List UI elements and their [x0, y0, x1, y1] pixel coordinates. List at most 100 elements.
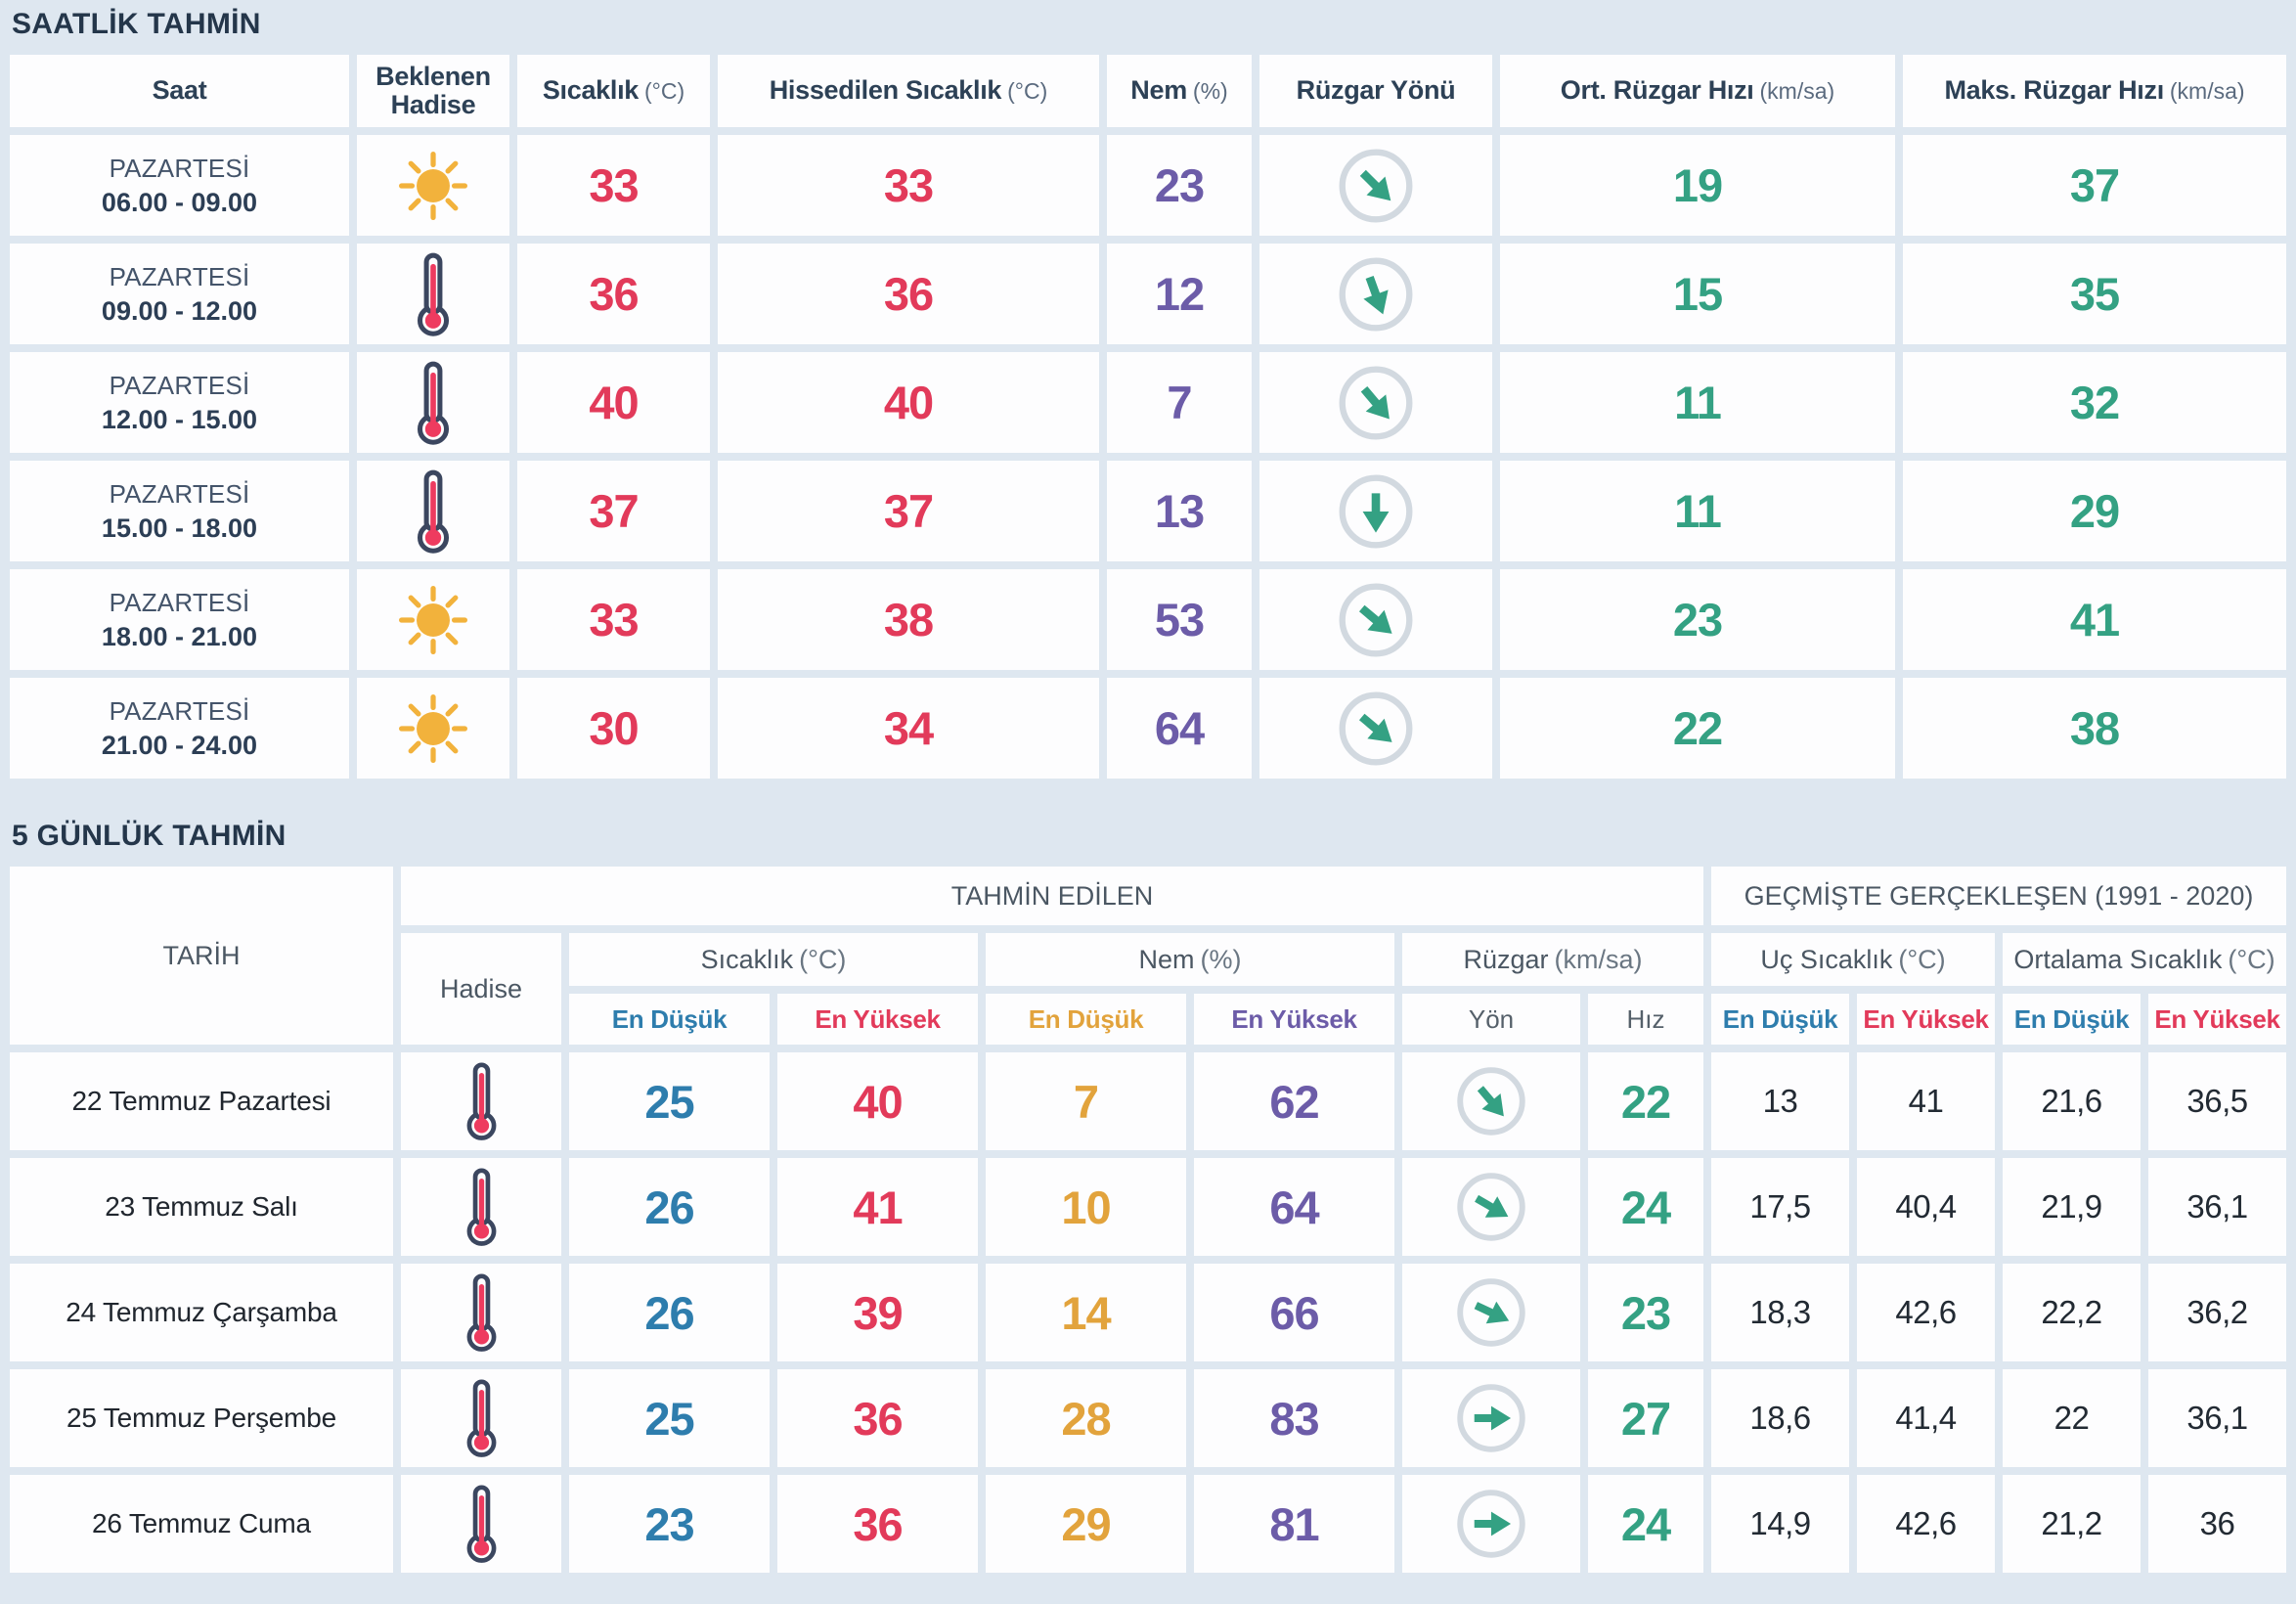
max-wind-value: 29 [1903, 461, 2286, 561]
condition-cell [357, 461, 509, 561]
column-header-condition: Beklenen Hadise [357, 55, 509, 127]
thermometer-icon [412, 360, 455, 446]
humidity-max-value: 81 [1194, 1475, 1394, 1573]
thermometer-icon [412, 251, 455, 337]
sun-icon [397, 692, 469, 765]
group-header-humidity: Nem (%) [986, 933, 1394, 986]
wind-direction-cell [1259, 135, 1492, 236]
group-header-average-temp: Ortalama Sıcaklık (°C) [2003, 933, 2286, 986]
wind-direction-cell [1402, 1475, 1580, 1573]
subheader-wind-direction: Yön [1402, 994, 1580, 1045]
wind-direction-cell [1259, 461, 1492, 561]
column-header-wind-direction: Rüzgar Yönü [1259, 55, 1492, 127]
wind-speed-value: 24 [1588, 1158, 1703, 1256]
wind-direction-icon [1457, 1490, 1525, 1558]
thermometer-icon [462, 1272, 502, 1353]
max-wind-value: 37 [1903, 135, 2286, 236]
average-max-value: 36 [2148, 1475, 2286, 1573]
temp-max-value: 36 [777, 1369, 978, 1467]
humidity-min-value: 14 [986, 1264, 1186, 1361]
column-header-avg-wind: Ort. Rüzgar Hızı (km/sa) [1500, 55, 1895, 127]
thermometer-icon [412, 468, 455, 555]
humidity-value: 23 [1107, 135, 1252, 236]
group-header-temp: Sıcaklık (°C) [569, 933, 978, 986]
wind-direction-cell [1402, 1052, 1580, 1150]
hourly-table: Saat Beklenen Hadise Sıcaklık (°C) Hissed… [10, 55, 2286, 779]
wind-direction-icon [1339, 366, 1413, 439]
average-max-value: 36,2 [2148, 1264, 2286, 1361]
hourly-row-time: PAZARTESİ 06.00 - 09.00 [10, 135, 349, 236]
wind-direction-icon [1457, 1278, 1525, 1347]
humidity-value: 12 [1107, 244, 1252, 344]
average-max-value: 36,5 [2148, 1052, 2286, 1150]
average-min-value: 21,2 [2003, 1475, 2141, 1573]
condition-cell [401, 1475, 561, 1573]
column-header-humidity: Nem (%) [1107, 55, 1252, 127]
subheader-extreme-min: En Düşük [1711, 994, 1849, 1045]
feels-like-value: 34 [718, 678, 1099, 779]
thermometer-icon [462, 1167, 502, 1247]
avg-wind-value: 11 [1500, 461, 1895, 561]
temp-min-value: 23 [569, 1475, 770, 1573]
wind-direction-icon [1339, 691, 1413, 765]
column-header-max-wind: Maks. Rüzgar Hızı (km/sa) [1903, 55, 2286, 127]
daily-row-date: 24 Temmuz Çarşamba [10, 1264, 393, 1361]
average-min-value: 21,6 [2003, 1052, 2141, 1150]
avg-wind-value: 23 [1500, 569, 1895, 670]
wind-direction-icon [1339, 583, 1413, 656]
wind-direction-icon [1339, 257, 1413, 331]
hourly-row-time: PAZARTESİ 15.00 - 18.00 [10, 461, 349, 561]
column-header-feels: Hissedilen Sıcaklık (°C) [718, 55, 1099, 127]
subheader-average-max: En Yüksek [2148, 994, 2286, 1045]
wind-direction-cell [1259, 352, 1492, 453]
daily-row-date: 25 Temmuz Perşembe [10, 1369, 393, 1467]
subheader-temp-min: En Düşük [569, 994, 770, 1045]
feels-like-value: 33 [718, 135, 1099, 236]
temperature-value: 40 [517, 352, 710, 453]
feels-like-value: 37 [718, 461, 1099, 561]
condition-cell [401, 1158, 561, 1256]
extreme-min-value: 18,6 [1711, 1369, 1849, 1467]
wind-direction-cell [1402, 1369, 1580, 1467]
subheader-wind-speed: Hız [1588, 994, 1703, 1045]
wind-direction-icon [1457, 1067, 1525, 1136]
group-header-historical: GEÇMİŞTE GERÇEKLEŞEN (1991 - 2020) [1711, 867, 2286, 925]
thermometer-icon [462, 1378, 502, 1458]
extreme-min-value: 13 [1711, 1052, 1849, 1150]
daily-section-title: 5 GÜNLÜK TAHMİN [12, 820, 287, 852]
daily-row-date: 22 Temmuz Pazartesi [10, 1052, 393, 1150]
extreme-max-value: 41,4 [1857, 1369, 1995, 1467]
wind-direction-icon [1339, 149, 1413, 222]
average-min-value: 22,2 [2003, 1264, 2141, 1361]
avg-wind-value: 11 [1500, 352, 1895, 453]
humidity-min-value: 7 [986, 1052, 1186, 1150]
hourly-row-time: PAZARTESİ 18.00 - 21.00 [10, 569, 349, 670]
humidity-value: 7 [1107, 352, 1252, 453]
wind-direction-cell [1259, 569, 1492, 670]
wind-direction-cell [1259, 678, 1492, 779]
sun-icon [397, 150, 469, 222]
thermometer-icon [462, 1484, 502, 1564]
avg-wind-value: 15 [1500, 244, 1895, 344]
subheader-humidity-max: En Yüksek [1194, 994, 1394, 1045]
hourly-section-title: SAATLİK TAHMİN [12, 8, 261, 40]
condition-cell [401, 1052, 561, 1150]
temp-max-value: 40 [777, 1052, 978, 1150]
hourly-row-time: PAZARTESİ 09.00 - 12.00 [10, 244, 349, 344]
feels-like-value: 40 [718, 352, 1099, 453]
humidity-min-value: 10 [986, 1158, 1186, 1256]
temperature-value: 30 [517, 678, 710, 779]
sun-icon [397, 584, 469, 656]
wind-speed-value: 27 [1588, 1369, 1703, 1467]
condition-cell [401, 1264, 561, 1361]
wind-direction-cell [1402, 1264, 1580, 1361]
condition-cell [401, 1369, 561, 1467]
temp-min-value: 25 [569, 1052, 770, 1150]
average-max-value: 36,1 [2148, 1369, 2286, 1467]
wind-speed-value: 23 [1588, 1264, 1703, 1361]
group-header-extreme-temp: Uç Sıcaklık (°C) [1711, 933, 1995, 986]
condition-cell [357, 678, 509, 779]
average-min-value: 22 [2003, 1369, 2141, 1467]
wind-direction-icon [1457, 1173, 1525, 1241]
hourly-row-time: PAZARTESİ 12.00 - 15.00 [10, 352, 349, 453]
